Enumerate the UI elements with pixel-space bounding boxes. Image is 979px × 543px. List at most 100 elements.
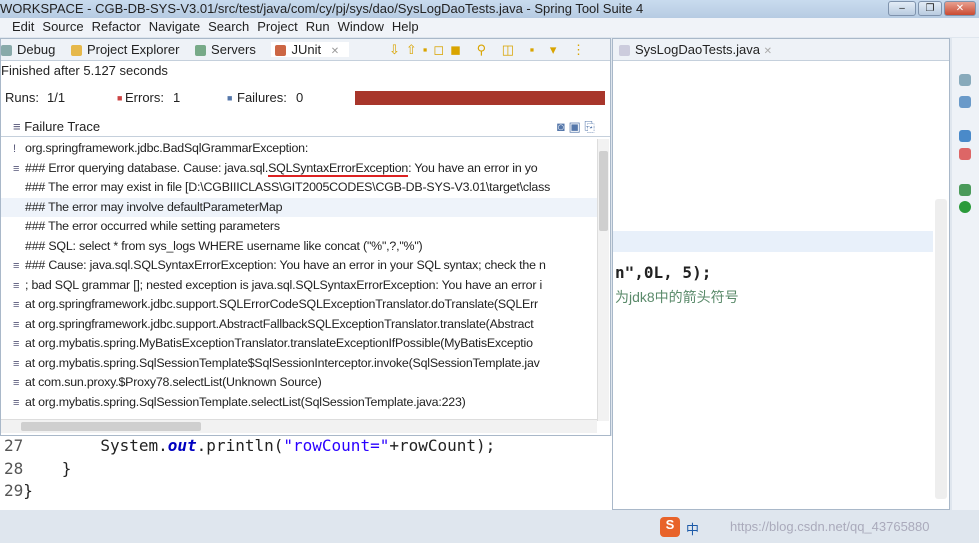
close-tab-icon[interactable]: ✕ [764, 46, 772, 57]
code-line: 27 System.out.println("rowCount="+rowCou… [4, 436, 495, 455]
title-bar: WORKSPACE - CGB-DB-SYS-V3.01/src/test/ja… [0, 0, 979, 18]
trace-text: ### Cause: java.sql.SQLSyntaxErrorExcept… [25, 258, 546, 272]
trace-text: at com.sun.proxy.$Proxy78.selectList(Unk… [25, 375, 322, 389]
trace-text: at org.springframework.jdbc.support.Abst… [25, 316, 534, 331]
editor-tab[interactable]: SysLogDaoTests.java ✕ [613, 39, 949, 61]
trace-line[interactable]: ### SQL: select * from sys_logs WHERE us… [1, 237, 597, 257]
failures-value: 0 [296, 90, 304, 105]
ime-language[interactable]: 中 [686, 519, 699, 538]
junit-icon [275, 45, 287, 57]
tab-project-explorer[interactable]: Project Explorer [70, 42, 185, 57]
tab-debug[interactable]: Debug [1, 42, 61, 57]
progress-bar [355, 91, 605, 105]
console-icon[interactable] [959, 130, 971, 142]
runs-label: Runs: [5, 90, 39, 105]
line-number: 27 [4, 436, 24, 455]
trace-text: ; bad SQL grammar []; nested exception i… [25, 277, 543, 292]
trace-line[interactable]: ≡ at org.mybatis.spring.SqlSessionTemplat… [1, 393, 597, 413]
tab-servers[interactable]: Servers [195, 42, 262, 57]
highlight-underline: SQLSyntaxErrorException [268, 160, 409, 177]
filter-trace-button[interactable]: ◙ ▣ ⎘ [557, 117, 595, 137]
minimize-button[interactable]: – [888, 1, 916, 16]
trace-text: ### The error may involve defaultParamet… [25, 199, 283, 214]
trace-text: at org.mybatis.spring.SqlSessionTemplate… [25, 355, 540, 370]
hierarchy-icon[interactable] [959, 96, 971, 108]
editor-scrollbar[interactable] [935, 199, 947, 499]
close-button[interactable]: ✕ [944, 1, 976, 16]
trace-text: org.springframework.jdbc.BadSqlGrammarEx… [25, 141, 309, 155]
right-trim-toolbar [952, 38, 979, 510]
trace-line[interactable]: ### The error may exist in file [D:\CGBI… [1, 178, 597, 198]
failure-trace-list[interactable]: ǃ org.springframework.jdbc.BadSqlGrammarE… [1, 139, 597, 417]
servers-icon [195, 45, 207, 57]
editor[interactable]: SysLogDaoTests.java ✕ n",0L, 5); 为jdk8中的… [612, 38, 950, 510]
menu-edit[interactable]: Edit [12, 19, 34, 34]
menu-run[interactable]: Run [306, 19, 330, 34]
trace-line[interactable]: ≡ at org.springframework.jdbc.support.Abs… [1, 315, 597, 335]
trace-text: ### The error occurred while setting par… [25, 219, 280, 233]
debug-icon [1, 45, 12, 57]
errors-label: Errors: [125, 90, 164, 105]
stack-frame-icon: ≡ [13, 299, 20, 311]
code-line-partial: n",0L, 5); [615, 263, 712, 282]
status-message: Finished after 5.127 seconds [1, 63, 168, 78]
trace-line[interactable]: ≡ at com.sun.proxy.$Proxy78.selectList(Un… [1, 373, 597, 393]
maximize-button[interactable]: ❐ [918, 1, 942, 16]
code-line: 28 } [4, 459, 71, 478]
menu-search[interactable]: Search [208, 19, 249, 34]
spring-icon[interactable] [959, 201, 971, 213]
menu-project[interactable]: Project [257, 19, 297, 34]
menu-refactor[interactable]: Refactor [92, 19, 141, 34]
junit-view: Debug Project Explorer Servers JUnit ✕ ⇩… [0, 38, 611, 436]
trace-line[interactable]: ≡ at org.mybatis.spring.MyBatisExceptionT… [1, 334, 597, 354]
trace-line[interactable]: ### The error may involve defaultParamet… [1, 197, 597, 217]
stack-frame-icon: ≡ [13, 396, 20, 409]
line-number: 28 [4, 458, 24, 478]
stack-frame-icon: ≡ [13, 279, 20, 292]
menu-help[interactable]: Help [392, 19, 419, 34]
trace-line[interactable]: ≡ at org.springframework.jdbc.support.SQL… [1, 295, 597, 315]
menu-source[interactable]: Source [42, 19, 83, 34]
java-file-icon [619, 45, 630, 57]
code-lines: 27 System.out.println("rowCount="+rowCou… [0, 436, 612, 510]
menu-window[interactable]: Window [338, 19, 384, 34]
outline-icon[interactable] [959, 74, 971, 86]
tab-junit[interactable]: JUnit ✕ [271, 42, 350, 57]
stack-frame-icon: ≡ [13, 162, 20, 175]
code-text: System.out.println("rowCount="+rowCount)… [23, 436, 496, 455]
menu-bar: Edit Source Refactor Navigate Search Project R… [0, 18, 979, 37]
trace-horizontal-scrollbar[interactable] [1, 419, 597, 433]
failure-trace-header: ≡ Failure Trace ◙ ▣ ⎘ [1, 117, 610, 137]
stack-frame-icon: ≡ [13, 338, 20, 350]
failure-icon: ■ [227, 93, 233, 103]
trace-line[interactable]: ≡ ; bad SQL grammar []; nested exception … [1, 276, 597, 296]
runs-value: 1/1 [47, 90, 66, 105]
failures-label: Failures: [237, 90, 287, 105]
errors-value: 1 [173, 90, 181, 105]
download-icon[interactable] [959, 184, 971, 196]
menu-navigate[interactable]: Navigate [149, 19, 200, 34]
trace-vertical-scrollbar[interactable] [597, 139, 609, 421]
trace-text: at org.mybatis.spring.SqlSessionTemplate… [25, 394, 466, 409]
junit-toolbar[interactable]: ⇩⇧▪◻◼ ⚲ ◫ ▪ ▾ ⋮ [389, 39, 591, 61]
trace-line[interactable]: ǃ org.springframework.jdbc.BadSqlGrammarE… [1, 139, 597, 159]
trace-line[interactable]: ≡ ### Cause: java.sql.SQLSyntaxErrorExcep… [1, 256, 597, 276]
trace-text: ### The error may exist in file [D:\CGBI… [25, 180, 551, 194]
error-icon: ǃ [13, 143, 16, 155]
close-tab-icon[interactable]: ✕ [331, 46, 339, 57]
problems-icon[interactable] [959, 148, 971, 160]
trace-text: ### SQL: select * from sys_logs WHERE us… [25, 238, 423, 253]
sogou-ime-icon[interactable]: S [660, 517, 680, 537]
trace-icon: ≡ [13, 119, 21, 134]
code-line: 29} [4, 481, 33, 500]
trace-text: at org.springframework.jdbc.support.SQLE… [25, 297, 538, 311]
trace-text: ### Error querying database. Cause: java… [25, 160, 538, 177]
folder-icon [70, 45, 82, 57]
trace-line[interactable]: ≡ ### Error querying database. Cause: jav… [1, 159, 597, 179]
taskbar: S 中 https://blog.csdn.net/qq_43765880 [0, 512, 979, 543]
trace-line[interactable]: ### The error occurred while setting par… [1, 217, 597, 237]
view-tabs: Debug Project Explorer Servers JUnit ✕ ⇩… [1, 39, 610, 61]
stack-frame-icon: ≡ [13, 357, 20, 370]
trace-line[interactable]: ≡ at org.mybatis.spring.SqlSessionTemplat… [1, 354, 597, 374]
window-title: WORKSPACE - CGB-DB-SYS-V3.01/src/test/ja… [0, 1, 644, 16]
